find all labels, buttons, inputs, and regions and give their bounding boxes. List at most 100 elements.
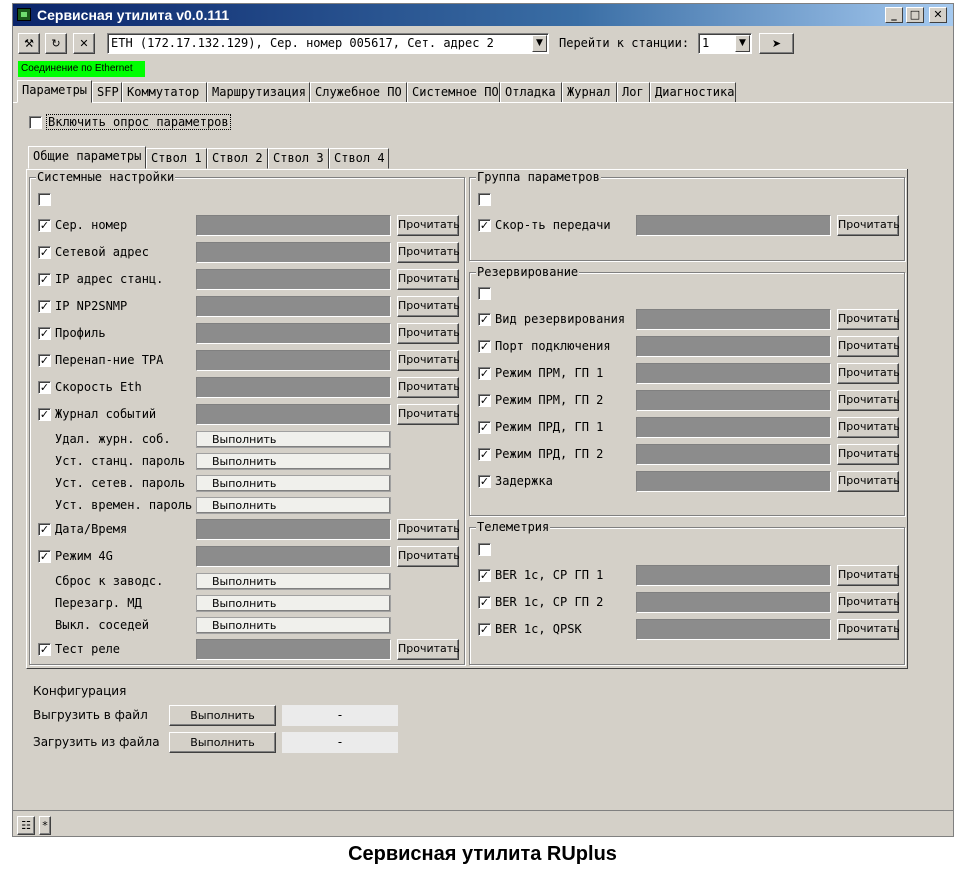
row-label: Вид резервирования <box>495 312 626 326</box>
station-select[interactable]: 1 ▼ <box>698 33 752 54</box>
row-checkbox[interactable]: ✓ <box>38 523 51 536</box>
tab-2[interactable]: SFP <box>92 82 122 103</box>
row-checkbox[interactable]: ✓ <box>38 381 51 394</box>
row-checkbox[interactable]: ✓ <box>478 219 491 232</box>
subtab-3[interactable]: Ствол 2 <box>207 148 268 169</box>
execute-button[interactable]: Выполнить <box>196 431 391 448</box>
redundancy-group-checkbox[interactable] <box>478 287 491 300</box>
row-checkbox[interactable]: ✓ <box>38 354 51 367</box>
execute-button[interactable]: Выполнить <box>196 573 391 590</box>
row-checkbox[interactable]: ✓ <box>38 550 51 563</box>
disconnect-button[interactable]: ✕ <box>73 33 95 54</box>
read-button[interactable]: Прочитать <box>837 592 900 613</box>
row-checkbox[interactable]: ✓ <box>478 421 491 434</box>
execute-button[interactable]: Выполнить <box>196 475 391 492</box>
execute-button[interactable]: Выполнить <box>196 617 391 634</box>
subtab-4[interactable]: Ствол 3 <box>268 148 329 169</box>
tab-8[interactable]: Журнал <box>562 82 617 103</box>
read-button[interactable]: Прочитать <box>837 444 900 465</box>
row-checkbox[interactable]: ✓ <box>478 623 491 636</box>
list-button[interactable]: ☷ <box>17 816 35 835</box>
subtab-5[interactable]: Ствол 4 <box>329 148 389 169</box>
subtab-1[interactable]: Общие параметры <box>28 146 146 169</box>
telemetry-group-checkbox[interactable] <box>478 543 491 556</box>
import-button[interactable]: Выполнить <box>169 732 276 753</box>
read-button[interactable]: Прочитать <box>837 309 900 330</box>
chevron-down-icon[interactable]: ▼ <box>735 35 750 52</box>
execute-button[interactable]: Выполнить <box>196 497 391 514</box>
execute-button[interactable]: Выполнить <box>196 453 391 470</box>
refresh-button[interactable]: ↻ <box>45 33 67 54</box>
station-value: 1 <box>702 36 710 50</box>
read-button[interactable]: Прочитать <box>397 377 460 398</box>
group-title: Резервирование <box>476 265 580 279</box>
read-button[interactable]: Прочитать <box>397 269 460 290</box>
tab-3[interactable]: Коммутатор <box>122 82 207 103</box>
row-label: Перезагр. МД <box>55 596 142 610</box>
read-button[interactable]: Прочитать <box>397 404 460 425</box>
star-button[interactable]: * <box>39 816 51 835</box>
close-button[interactable]: ✕ <box>929 7 947 23</box>
row-checkbox[interactable]: ✓ <box>478 475 491 488</box>
read-button[interactable]: Прочитать <box>837 619 900 640</box>
tab-5[interactable]: Служебное ПО <box>310 82 407 103</box>
tab-7[interactable]: Отладка <box>500 82 562 103</box>
connection-select[interactable]: ETH (172.17.132.129), Сер. номер 005617,… <box>107 33 549 54</box>
read-button[interactable]: Прочитать <box>837 336 900 357</box>
read-button[interactable]: Прочитать <box>397 215 460 236</box>
tab-4[interactable]: Маршрутизация <box>207 82 310 103</box>
enable-polling-label[interactable]: Включить опрос параметров <box>46 114 231 130</box>
execute-button[interactable]: Выполнить <box>196 595 391 612</box>
read-button[interactable]: Прочитать <box>397 639 460 660</box>
tools-button[interactable]: ⚒ <box>18 33 40 54</box>
minimize-button[interactable]: _ <box>885 7 903 23</box>
read-button[interactable]: Прочитать <box>837 565 900 586</box>
row-label: Удал. журн. соб. <box>55 432 171 446</box>
read-button[interactable]: Прочитать <box>397 519 460 540</box>
row-checkbox[interactable]: ✓ <box>38 327 51 340</box>
system-group-checkbox[interactable] <box>38 193 51 206</box>
read-button[interactable]: Прочитать <box>837 471 900 492</box>
row-checkbox[interactable]: ✓ <box>38 408 51 421</box>
row-checkbox[interactable]: ✓ <box>38 643 51 656</box>
row-checkbox[interactable]: ✓ <box>478 569 491 582</box>
tab-10[interactable]: Диагностика <box>650 82 736 103</box>
chevron-down-icon[interactable]: ▼ <box>532 35 547 52</box>
maximize-button[interactable]: □ <box>906 7 924 23</box>
tab-9[interactable]: Лог <box>617 82 650 103</box>
enable-polling-checkbox[interactable] <box>29 116 42 129</box>
value-field <box>196 350 391 371</box>
read-button[interactable]: Прочитать <box>397 296 460 317</box>
goto-station-label: Перейти к станции: <box>559 36 690 50</box>
export-button[interactable]: Выполнить <box>169 705 276 726</box>
title-bar[interactable]: Сервисная утилита v0.0.111 _ □ ✕ <box>13 4 953 26</box>
row-checkbox[interactable]: ✓ <box>478 340 491 353</box>
tools-icon: ⚒ <box>24 37 34 50</box>
export-label: Выгрузить в файл <box>33 708 148 722</box>
param-group-checkbox[interactable] <box>478 193 491 206</box>
row-checkbox[interactable]: ✓ <box>38 246 51 259</box>
row-checkbox[interactable]: ✓ <box>478 596 491 609</box>
row-checkbox[interactable]: ✓ <box>38 273 51 286</box>
read-button[interactable]: Прочитать <box>837 417 900 438</box>
tab-1[interactable]: Параметры <box>17 80 92 103</box>
read-button[interactable]: Прочитать <box>397 323 460 344</box>
row-label: Порт подключения <box>495 339 611 353</box>
row-checkbox[interactable]: ✓ <box>478 448 491 461</box>
read-button[interactable]: Прочитать <box>837 215 900 236</box>
value-field <box>196 404 391 425</box>
row-checkbox[interactable]: ✓ <box>478 367 491 380</box>
read-button[interactable]: Прочитать <box>837 390 900 411</box>
go-button[interactable]: ➤ <box>759 33 794 54</box>
tab-6[interactable]: Системное ПО <box>407 82 500 103</box>
row-checkbox[interactable]: ✓ <box>478 313 491 326</box>
read-button[interactable]: Прочитать <box>837 363 900 384</box>
status-bar: ☷ * <box>13 810 953 837</box>
read-button[interactable]: Прочитать <box>397 546 460 567</box>
row-checkbox[interactable]: ✓ <box>38 219 51 232</box>
row-checkbox[interactable]: ✓ <box>478 394 491 407</box>
read-button[interactable]: Прочитать <box>397 350 460 371</box>
read-button[interactable]: Прочитать <box>397 242 460 263</box>
subtab-2[interactable]: Ствол 1 <box>146 148 207 169</box>
row-checkbox[interactable]: ✓ <box>38 300 51 313</box>
